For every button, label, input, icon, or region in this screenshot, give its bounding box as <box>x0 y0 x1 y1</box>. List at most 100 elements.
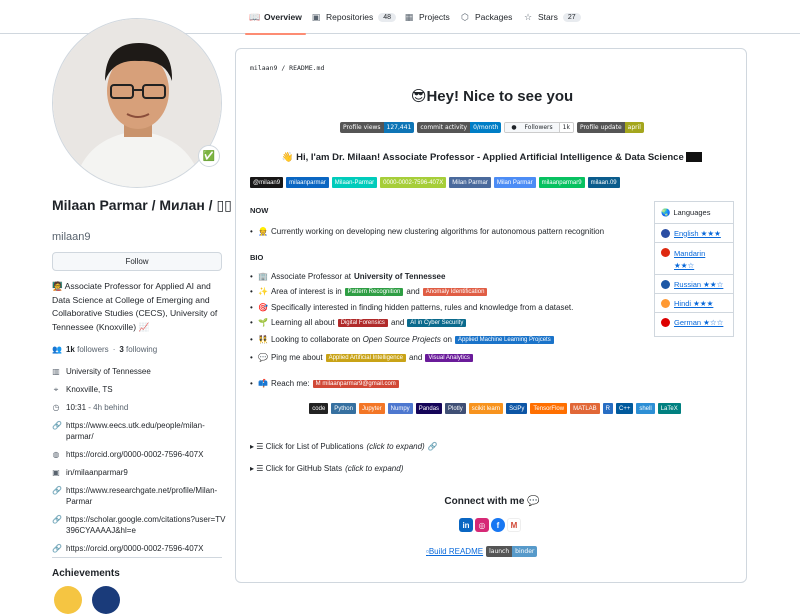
matlab-badge[interactable]: MATLAB <box>570 403 600 414</box>
full-name: Milaan Parmar / Милан / ▯▯ <box>52 197 232 213</box>
wechat-badge[interactable]: milaanparmar9 <box>538 177 585 188</box>
code-badge[interactable]: code <box>309 403 329 414</box>
github-icon: ● <box>511 124 517 131</box>
pattern-recognition-tag[interactable]: Pattern Recognition <box>344 287 404 296</box>
tensorflow-badge[interactable]: TensorFlow <box>530 403 568 414</box>
orcid-badge[interactable]: 0000-0002-7596-407X <box>380 177 447 188</box>
profile-link[interactable]: in/milaanparmar9 <box>66 467 128 478</box>
tab-repositories[interactable]: ▣ Repositories 48 <box>311 0 397 34</box>
language-hindi[interactable]: Hindi ★★★ <box>655 294 733 313</box>
speech-icon: 💬 <box>258 353 268 362</box>
readme-box: milaan9 / README.md 😎Hey! Nice to see yo… <box>235 48 747 583</box>
tab-packages[interactable]: ⬡ Packages <box>460 0 512 34</box>
stats-shields: Profile views 127,441 commit activity 0/mo… <box>236 122 746 133</box>
star-icon: ☆ <box>523 11 533 22</box>
follow-button[interactable]: Follow <box>52 252 222 271</box>
bio-item: 📫Reach me:M milaanparmar9@gmail.com <box>250 379 399 388</box>
clock-icon: ◷ <box>52 403 60 412</box>
profile-views-badge[interactable]: Profile views 127,441 <box>340 122 415 133</box>
link-icon: 🔗 <box>52 421 62 430</box>
github-stats-toggle[interactable]: ▸ ☰ Click for GitHub Stats (click to expa… <box>250 464 403 473</box>
mail-icon: 📫 <box>258 379 268 388</box>
followers-badge[interactable]: ● Followers 1k <box>504 122 574 133</box>
achievement-badge[interactable] <box>92 586 120 614</box>
tab-label: Packages <box>475 12 513 22</box>
applied-ai-tag[interactable]: Applied Artificial Intelligence <box>325 353 406 362</box>
time-note: - 4h behind <box>88 403 129 412</box>
tab-label: Stars <box>538 12 558 22</box>
facebook-icon[interactable]: f <box>491 518 505 532</box>
applied-ml-projects-tag[interactable]: Applied Machine Learning Projcets <box>454 335 554 344</box>
pandas-badge[interactable]: Pandas <box>415 403 443 414</box>
jupyter-badge[interactable]: Jupyter <box>358 403 385 414</box>
avatar[interactable] <box>52 18 222 188</box>
achievements-heading: Achievements <box>52 568 120 579</box>
organization: University of Tennessee <box>66 367 151 376</box>
linkedin-icon[interactable]: in <box>459 518 473 532</box>
r-badge[interactable]: R <box>602 403 613 414</box>
binder-badge[interactable]: launch binder <box>486 546 538 557</box>
build-readme-link[interactable]: ▫Build README <box>426 547 483 556</box>
tab-label: Projects <box>419 12 450 22</box>
gmail-icon[interactable]: M <box>507 518 521 532</box>
flag-icon <box>661 279 670 289</box>
flag-icon <box>661 318 670 327</box>
shell-badge[interactable]: shell <box>636 403 655 414</box>
local-time: 10:31 <box>66 403 87 412</box>
visual-analytics-tag[interactable]: Visual Analytics <box>425 353 473 362</box>
followers-link[interactable]: 1k followers <box>66 345 109 354</box>
profile-link[interactable]: https://orcid.org/0000-0002-7596-407X <box>66 449 203 460</box>
digital-forensics-tag[interactable]: Digital Forensics <box>337 318 388 327</box>
numpy-badge[interactable]: Numpy <box>387 403 413 414</box>
latex-badge[interactable]: LaTeX <box>657 403 681 414</box>
python-badge[interactable]: Python <box>331 403 356 414</box>
email-tag[interactable]: M milaanparmar9@gmail.com <box>312 379 399 388</box>
publications-toggle[interactable]: ▸ ☰ Click for List of Publications (click… <box>250 442 438 451</box>
status-badge[interactable]: ✅ <box>198 145 220 167</box>
profile-update-badge[interactable]: Profile update april <box>576 122 644 133</box>
readme-file-link[interactable]: README.md <box>289 64 324 72</box>
bio-item: 🌱Learning all aboutDigital ForensicsandA… <box>250 318 467 327</box>
anomaly-identification-tag[interactable]: Anomaly Identification <box>422 287 488 296</box>
separator: · <box>112 345 116 354</box>
worker-icon: 👷 <box>258 227 268 236</box>
build-row: ▫Build README launch binder <box>426 546 538 557</box>
organization-icon: ▥ <box>52 367 60 376</box>
now-heading: NOW <box>250 206 269 215</box>
location: Knoxville, TS <box>66 385 113 394</box>
profile-link[interactable]: https://www.researchgate.net/profile/Mil… <box>66 485 227 507</box>
commit-activity-badge[interactable]: commit activity 0/month <box>417 122 502 133</box>
tab-projects[interactable]: ▦ Projects <box>404 0 450 34</box>
link-icon: 🔗 <box>52 486 62 495</box>
profile-link[interactable]: https://orcid.org/0000-0002-7596-407X <box>66 543 203 554</box>
tab-stars[interactable]: ☆ Stars 27 <box>523 0 581 34</box>
instagram-icon[interactable]: ◎ <box>475 518 489 532</box>
language-english[interactable]: English ★★★ <box>655 224 733 243</box>
google-badge[interactable]: Milan Parmar <box>493 177 536 188</box>
scipy-badge[interactable]: SciPy <box>506 403 528 414</box>
following-link[interactable]: 3 following <box>119 345 157 354</box>
scikit-learn-badge[interactable]: scikit learn <box>468 403 504 414</box>
linkedin-badge[interactable]: milaanparmar <box>286 177 329 188</box>
ai-cyber-security-tag[interactable]: AI in Cyber Security <box>407 318 467 327</box>
people-icon: 👥 <box>52 345 62 354</box>
profile-link[interactable]: https://scholar.google.com/citations?use… <box>66 514 227 536</box>
cpp-badge[interactable]: C++ <box>616 403 634 414</box>
scholar-badge[interactable]: Milan Parmar <box>449 177 491 188</box>
researchgate-badge[interactable]: Milaan-Parmar <box>331 177 378 188</box>
other-badge[interactable]: milaan.09 <box>587 177 620 188</box>
plotly-badge[interactable]: Plotly <box>445 403 466 414</box>
language-russian[interactable]: Russian ★★☆ <box>655 275 733 294</box>
tab-count: 48 <box>378 12 397 22</box>
github-badge[interactable]: @milaan9 <box>250 177 284 188</box>
location-icon: ⌖ <box>53 385 59 394</box>
profile-link[interactable]: https://www.eecs.utk.edu/people/milan-pa… <box>66 420 227 442</box>
package-icon: ⬡ <box>461 11 469 22</box>
tab-overview[interactable]: 📖 Overview <box>245 0 306 35</box>
language-mandarin[interactable]: Mandarin ★★☆ <box>655 243 733 275</box>
language-german[interactable]: German ★☆☆ <box>655 313 733 332</box>
linkedin-icon: ▣ <box>52 468 60 477</box>
achievement-badge[interactable] <box>54 586 82 614</box>
readme-user-link[interactable]: milaan9 <box>250 64 277 72</box>
flag-icon <box>661 248 670 257</box>
